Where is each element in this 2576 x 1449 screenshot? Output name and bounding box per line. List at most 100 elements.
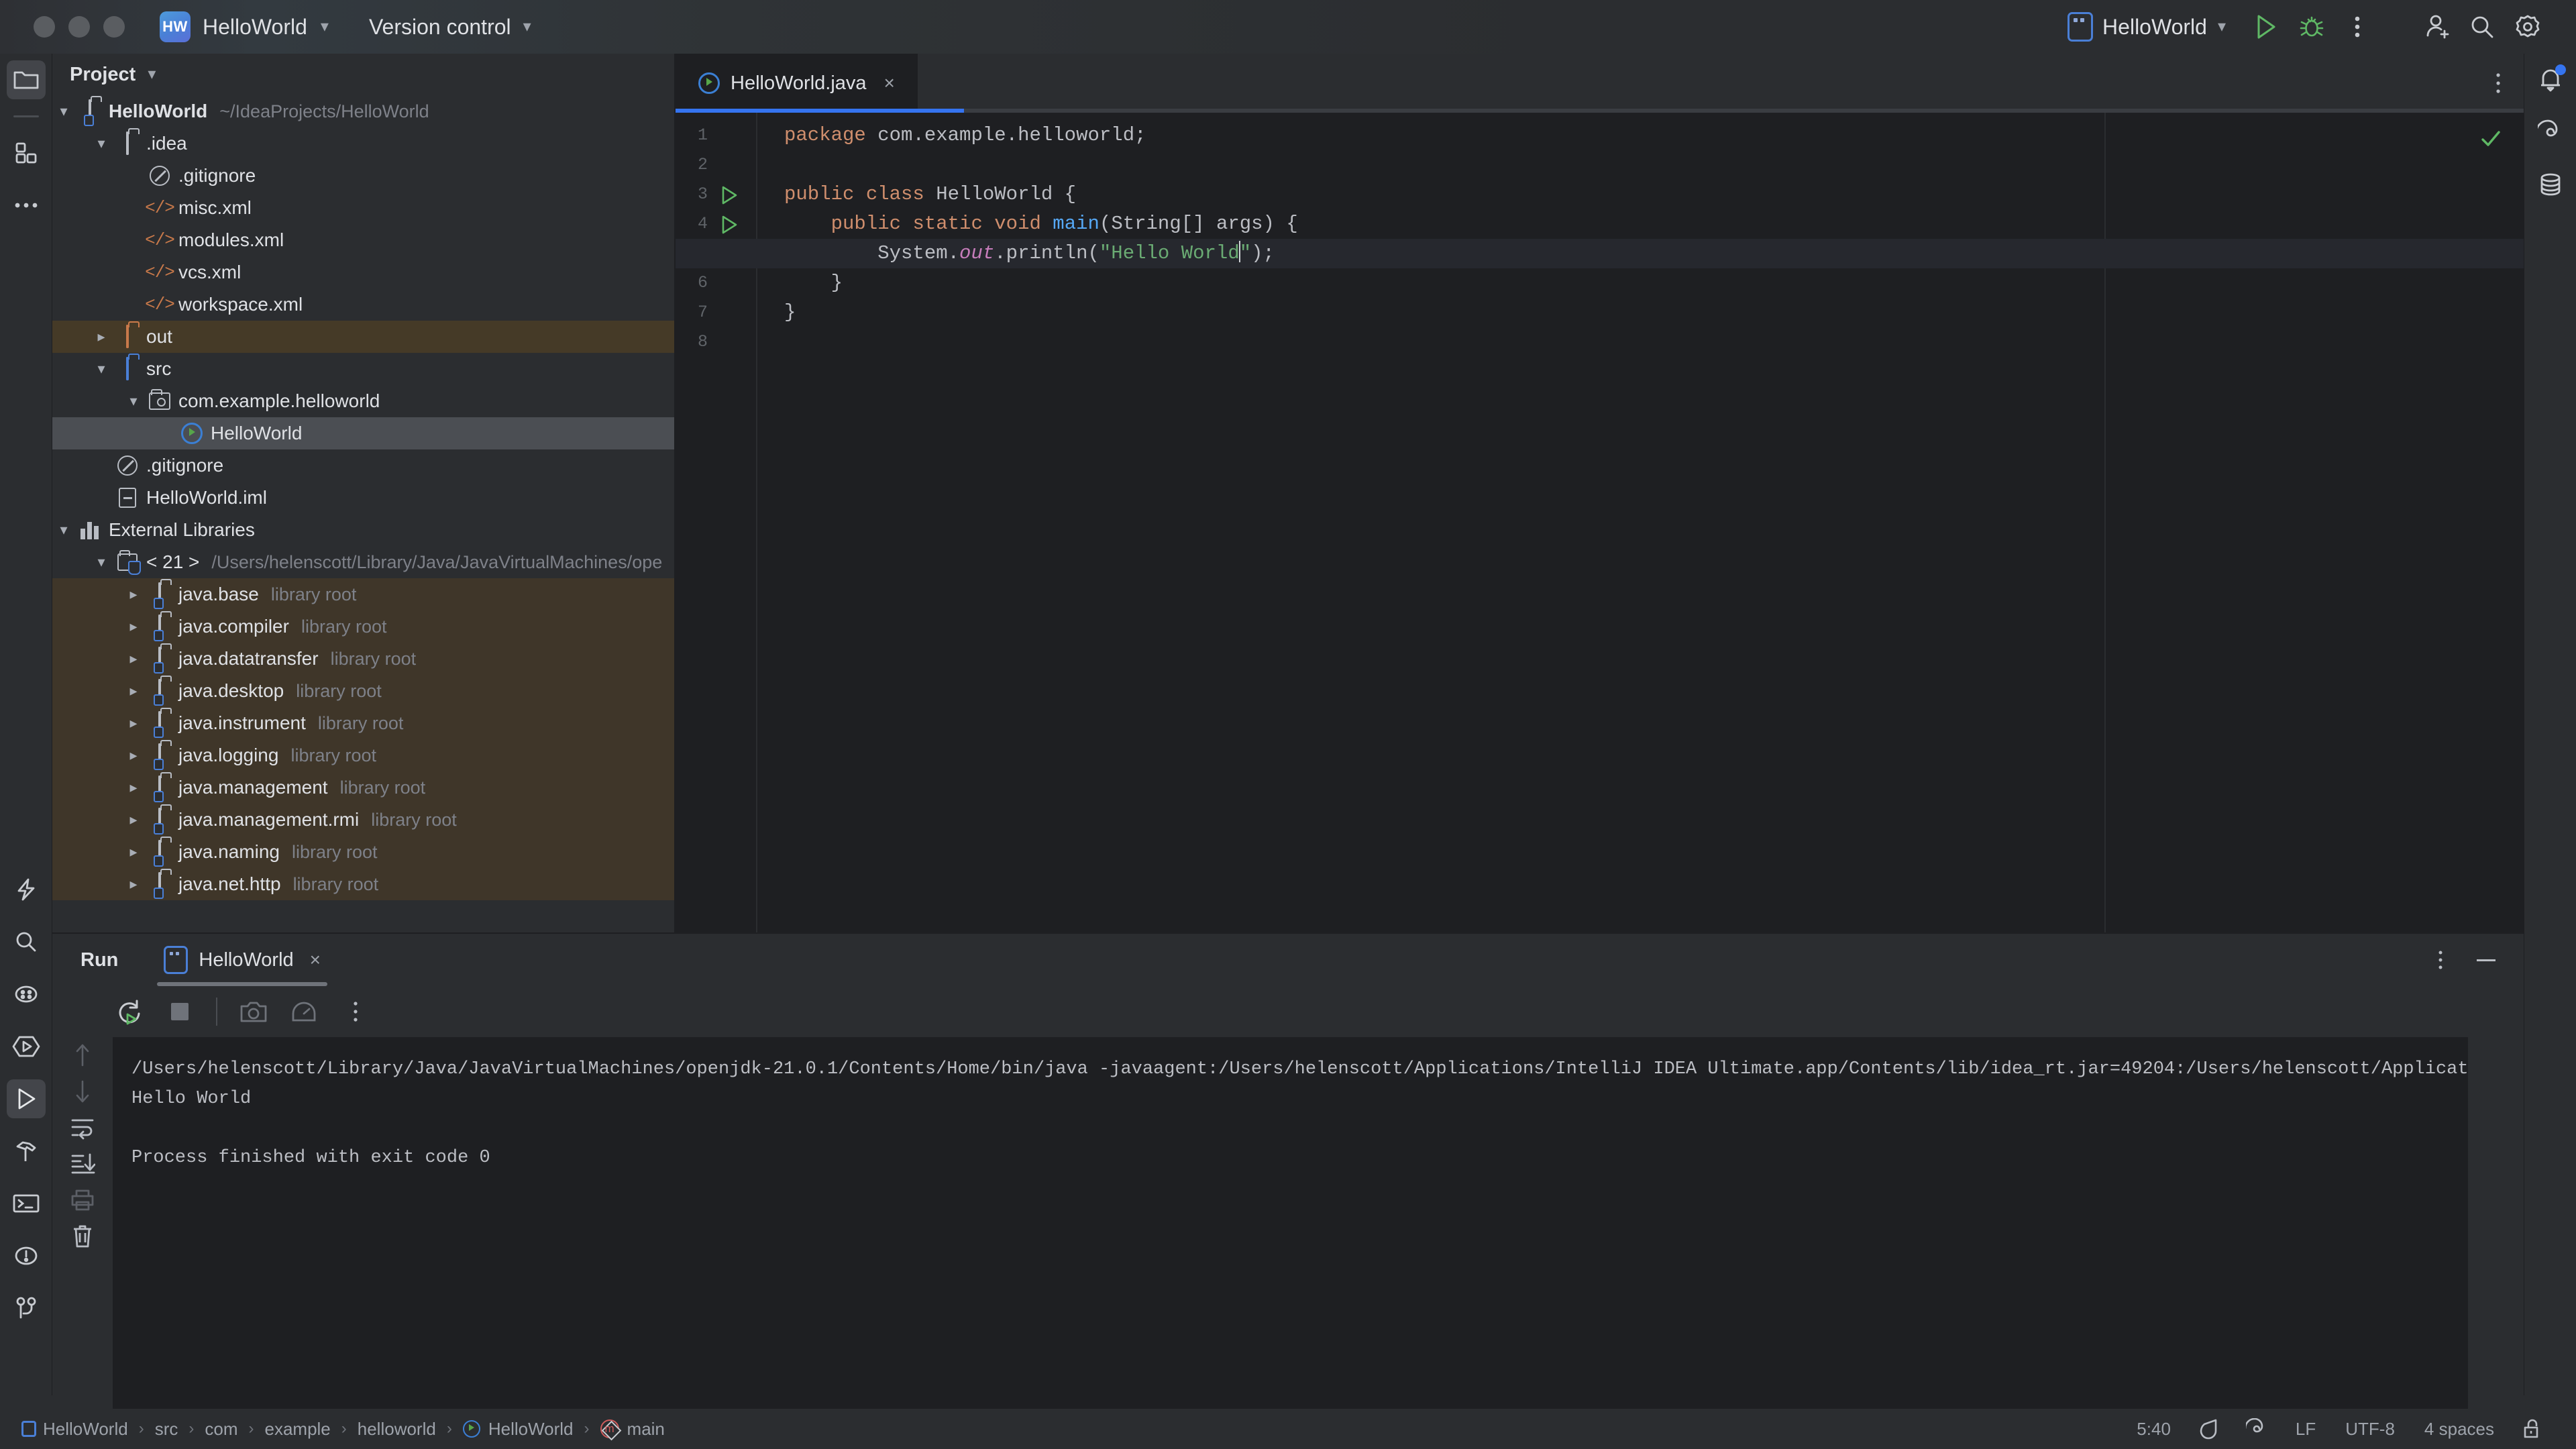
breadcrumb-item-src[interactable]: src	[151, 1419, 182, 1440]
sidebar-item-project[interactable]	[0, 54, 52, 106]
tree-node-java-naming[interactable]: ▸ java.naming library root	[52, 836, 675, 868]
run-gutter-icon[interactable]	[720, 215, 739, 238]
tree-node-java-desktop[interactable]: ▸ java.desktop library root	[52, 675, 675, 707]
chevron-right-icon[interactable]: ▸	[122, 811, 145, 828]
tree-node-src[interactable]: ▾ src	[52, 353, 675, 385]
editor-tab-helloworld[interactable]: HelloWorld.java ×	[676, 54, 918, 113]
chevron-down-icon[interactable]: ▾	[90, 360, 113, 378]
next-occurrence-button[interactable]	[52, 1073, 113, 1110]
tree-node-java-logging[interactable]: ▸ java.logging library root	[52, 739, 675, 771]
project-tree[interactable]: ▾ HelloWorld ~/IdeaProjects/HelloWorld ▾ .id…	[52, 95, 675, 900]
more-actions-button[interactable]	[2334, 4, 2380, 50]
chevron-right-icon[interactable]: ▸	[122, 779, 145, 796]
code-editor[interactable]: 12345678 package com.example.helloworld;…	[676, 113, 2524, 932]
scroll-to-end-button[interactable]	[52, 1146, 113, 1182]
tree-node-external-libraries[interactable]: ▾ External Libraries	[52, 514, 675, 546]
sidebar-item-problems[interactable]	[0, 1230, 52, 1282]
code-line[interactable]: public class HelloWorld {	[784, 180, 1076, 209]
close-window-button[interactable]	[34, 16, 55, 38]
database-button[interactable]	[2524, 158, 2576, 211]
tree-node-java-management[interactable]: ▸ java.management library root	[52, 771, 675, 804]
search-button[interactable]	[2459, 4, 2505, 50]
stop-button[interactable]	[154, 989, 205, 1034]
run-button[interactable]	[2243, 4, 2289, 50]
file-encoding[interactable]: UTF-8	[2330, 1419, 2410, 1440]
breadcrumb[interactable]: HelloWorld › src › com › example › helloworld › He…	[17, 1419, 669, 1440]
project-panel-header[interactable]: Project ▾	[52, 54, 675, 95]
soft-wrap-button[interactable]	[52, 1110, 113, 1146]
sidebar-item-plugins[interactable]	[0, 968, 52, 1020]
settings-button[interactable]	[2505, 4, 2551, 50]
sidebar-item-more[interactable]	[0, 179, 52, 231]
line-separator[interactable]: LF	[2281, 1419, 2330, 1440]
chevron-right-icon[interactable]: ▸	[122, 650, 145, 667]
run-tab-helloworld[interactable]: HelloWorld ×	[157, 934, 328, 986]
version-control-selector[interactable]: Version control ▾	[369, 15, 531, 40]
console-output[interactable]: /Users/helenscott/Library/Java/JavaVirtu…	[113, 1037, 2467, 1422]
tree-node-vcs-xml[interactable]: </> vcs.xml	[52, 256, 675, 288]
indent-setting[interactable]: 4 spaces	[2410, 1419, 2509, 1440]
sidebar-item-ai-assistant[interactable]	[0, 863, 52, 916]
clear-all-button[interactable]	[52, 1218, 113, 1254]
caret-position[interactable]: 5:40	[2122, 1419, 2186, 1440]
tree-node-out[interactable]: ▸ out	[52, 321, 675, 353]
print-button[interactable]	[52, 1182, 113, 1218]
tree-node-com-example-helloworld[interactable]: ▾ com.example.helloworld	[52, 385, 675, 417]
chevron-right-icon[interactable]: ▸	[122, 747, 145, 764]
code-line[interactable]: System.out.println("Hello World");	[784, 239, 1275, 268]
tree-node-java-net-http[interactable]: ▸ java.net.http library root	[52, 868, 675, 900]
sidebar-item-find[interactable]	[0, 916, 52, 968]
sidebar-item-structure[interactable]	[0, 127, 52, 179]
code-line[interactable]: }	[784, 268, 843, 298]
code-line[interactable]: package com.example.helloworld;	[784, 121, 1146, 150]
breadcrumb-item-com[interactable]: com	[201, 1419, 241, 1440]
chevron-down-icon[interactable]: ▾	[52, 103, 75, 120]
tree-node-workspace-xml[interactable]: </> workspace.xml	[52, 288, 675, 321]
minimize-window-button[interactable]	[68, 16, 90, 38]
previous-occurrence-button[interactable]	[52, 1037, 113, 1073]
breadcrumb-item-main[interactable]: m main	[596, 1419, 669, 1440]
maximize-window-button[interactable]	[103, 16, 125, 38]
chevron-right-icon[interactable]: ▸	[122, 618, 145, 635]
chevron-right-icon[interactable]: ▸	[122, 843, 145, 861]
tree-node-idea[interactable]: ▾ .idea	[52, 127, 675, 160]
rerun-button[interactable]	[103, 989, 154, 1034]
unlocked-icon[interactable]	[2509, 1418, 2556, 1440]
chevron-right-icon[interactable]: ▸	[90, 328, 113, 345]
tree-node-java-base[interactable]: ▸ java.base library root	[52, 578, 675, 610]
chevron-right-icon[interactable]: ▸	[122, 714, 145, 732]
close-icon[interactable]: ×	[884, 72, 895, 94]
tree-node-java-compiler[interactable]: ▸ java.compiler library root	[52, 610, 675, 643]
breadcrumb-item-helloworld[interactable]: helloworld	[354, 1419, 440, 1440]
editor-gutter[interactable]: 12345678	[676, 113, 757, 932]
run-gutter-icon[interactable]	[720, 185, 739, 209]
breadcrumb-item-helloworld[interactable]: HelloWorld	[17, 1419, 132, 1440]
tree-node-java-management-rmi[interactable]: ▸ java.management.rmi library root	[52, 804, 675, 836]
sidebar-item-services[interactable]	[0, 1020, 52, 1073]
editor-options-button[interactable]	[2496, 72, 2501, 95]
sidebar-item-version-control[interactable]	[0, 1282, 52, 1334]
chevron-down-icon[interactable]: ▾	[122, 392, 145, 410]
project-selector[interactable]: HW HelloWorld ▾	[160, 11, 329, 42]
tree-node-misc-xml[interactable]: </> misc.xml	[52, 192, 675, 224]
ai-spiral-icon[interactable]	[2233, 1418, 2281, 1440]
chevron-down-icon[interactable]: ▾	[52, 521, 75, 539]
tree-node-modules-xml[interactable]: </> modules.xml	[52, 224, 675, 256]
debug-button[interactable]	[2289, 4, 2334, 50]
tree-node-helloworld-iml[interactable]: HelloWorld.iml	[52, 482, 675, 514]
run-panel-options-button[interactable]	[2418, 937, 2463, 983]
tree-node-helloworld[interactable]: ▾ HelloWorld ~/IdeaProjects/HelloWorld	[52, 95, 675, 127]
chevron-down-icon[interactable]: ▾	[148, 66, 156, 83]
sidebar-item-build[interactable]	[0, 1125, 52, 1177]
notifications-button[interactable]	[2524, 54, 2576, 106]
code-line[interactable]: public static void main(String[] args) {	[784, 209, 1298, 239]
tree-node-gitignore[interactable]: .gitignore	[52, 449, 675, 482]
chevron-right-icon[interactable]: ▸	[122, 682, 145, 700]
sidebar-item-terminal[interactable]	[0, 1177, 52, 1230]
breadcrumb-item-example[interactable]: example	[260, 1419, 334, 1440]
inspections-drop-icon[interactable]	[2186, 1418, 2233, 1440]
add-account-button[interactable]	[2414, 4, 2459, 50]
code-line[interactable]: }	[784, 298, 796, 327]
screenshot-button[interactable]	[228, 989, 279, 1034]
chevron-down-icon[interactable]: ▾	[90, 553, 113, 571]
